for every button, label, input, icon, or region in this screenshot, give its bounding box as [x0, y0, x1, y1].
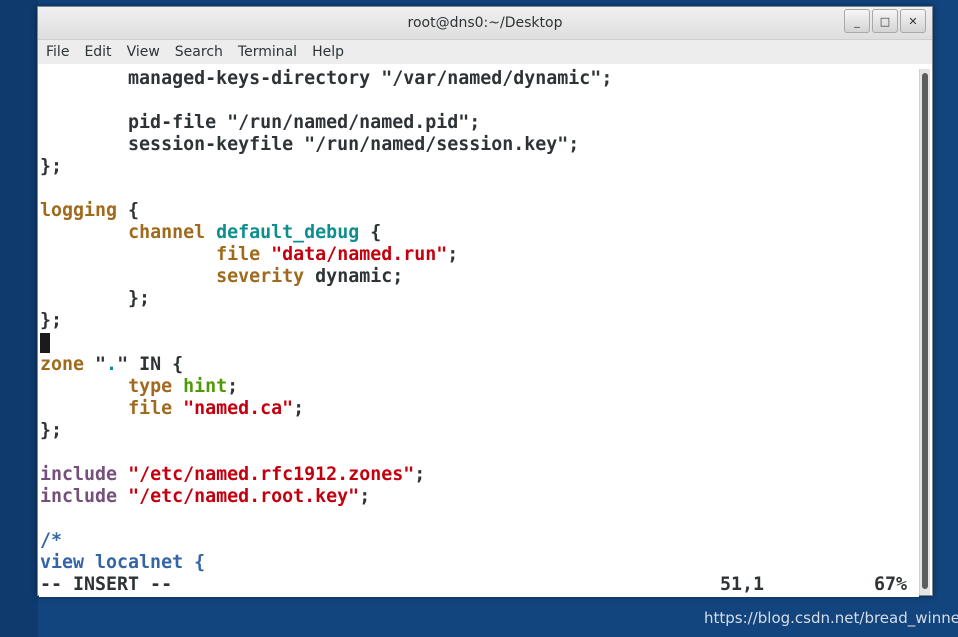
window-controls: _ □ ✕ — [844, 9, 926, 33]
code-token: "/etc/named.rfc1912.zones" — [128, 464, 415, 485]
code-token: type — [128, 376, 173, 397]
editor-line: }; — [40, 310, 62, 332]
code-token: channel — [128, 222, 206, 243]
editor-line: }; — [40, 420, 62, 442]
menu-view[interactable]: View — [120, 44, 167, 60]
editor-line: type hint; — [40, 376, 238, 398]
code-token: logging — [40, 200, 118, 221]
code-token: /* — [40, 530, 63, 551]
code-token: }; — [40, 288, 151, 309]
desktop-background — [0, 0, 38, 637]
code-token: }; — [40, 420, 63, 441]
menu-help[interactable]: Help — [305, 44, 351, 60]
scrollbar-thumb[interactable] — [922, 73, 928, 589]
code-token: { — [359, 222, 382, 243]
code-token: " IN { — [117, 354, 184, 375]
code-token: view localnet { — [40, 552, 206, 573]
editor-line: include "/etc/named.rfc1912.zones"; — [40, 464, 425, 486]
editor-line: }; — [40, 156, 62, 178]
editor-line: logging { — [40, 200, 139, 222]
terminal-text-area[interactable]: managed-keys-directory "/var/named/dynam… — [39, 67, 919, 597]
menu-bar: File Edit View Search Terminal Help — [38, 40, 932, 64]
menu-edit[interactable]: Edit — [77, 44, 118, 60]
code-token: managed-keys-directory "/var/named/dynam… — [40, 68, 613, 89]
title-bar[interactable]: root@dns0:~/Desktop _ □ ✕ — [38, 7, 932, 40]
code-token: ; — [414, 464, 426, 485]
editor-line: /* — [40, 530, 62, 552]
close-button[interactable]: ✕ — [900, 9, 926, 33]
code-token: default_debug — [216, 222, 360, 243]
editor-line: include "/etc/named.root.key"; — [40, 486, 370, 508]
terminal-window: root@dns0:~/Desktop _ □ ✕ File Edit View… — [37, 6, 933, 597]
insert-mode-indicator: -- INSERT -- — [40, 574, 173, 595]
editor-line: zone "." IN { — [40, 354, 183, 376]
menu-search[interactable]: Search — [168, 44, 230, 60]
text-cursor — [40, 333, 50, 353]
editor-line — [40, 332, 50, 354]
code-token: ; — [293, 398, 305, 419]
minimize-button[interactable]: _ — [844, 9, 870, 33]
code-token: include — [40, 486, 118, 507]
code-token: "named.ca" — [183, 398, 294, 419]
code-token: hint — [183, 376, 228, 397]
code-token: file — [216, 244, 261, 265]
code-token: ; — [227, 376, 239, 397]
editor-line: file "data/named.run"; — [40, 244, 458, 266]
code-token: "/etc/named.root.key" — [128, 486, 360, 507]
editor-line: session-keyfile "/run/named/session.key"… — [40, 134, 579, 156]
code-token: pid-file "/run/named/named.pid"; — [40, 112, 481, 133]
code-token: { — [117, 200, 140, 221]
code-token: ; — [359, 486, 371, 507]
editor-line: view localnet { — [40, 552, 205, 574]
editor-line: channel default_debug { — [40, 222, 381, 244]
code-token: include — [40, 464, 118, 485]
scroll-percent: 67% — [874, 574, 908, 595]
menu-terminal[interactable]: Terminal — [231, 44, 304, 60]
code-token: session-keyfile "/run/named/session.key"… — [40, 134, 580, 155]
code-token: " — [84, 354, 107, 375]
cursor-position: 51,1 — [720, 574, 765, 595]
watermark-text: https://blog.csdn.net/bread_winner — [704, 609, 958, 627]
code-token: ; — [447, 244, 459, 265]
vertical-scrollbar[interactable] — [919, 69, 930, 595]
code-token: . — [106, 354, 118, 375]
editor-line: severity dynamic; — [40, 266, 403, 288]
editor-line: pid-file "/run/named/named.pid"; — [40, 112, 480, 134]
code-token: severity — [216, 266, 305, 287]
code-token: }; — [40, 156, 63, 177]
code-token: file — [128, 398, 173, 419]
vim-status-line: -- INSERT -- 51,1 67% — [40, 574, 912, 596]
editor-line: file "named.ca"; — [40, 398, 304, 420]
code-token: dynamic; — [304, 266, 404, 287]
maximize-button[interactable]: □ — [872, 9, 898, 33]
code-token: zone — [40, 354, 85, 375]
editor-line: }; — [40, 288, 150, 310]
menu-file[interactable]: File — [39, 44, 76, 60]
editor-line: managed-keys-directory "/var/named/dynam… — [40, 68, 612, 90]
code-token: }; — [40, 310, 63, 331]
window-title: root@dns0:~/Desktop — [407, 15, 563, 31]
code-token: "data/named.run" — [271, 244, 448, 265]
